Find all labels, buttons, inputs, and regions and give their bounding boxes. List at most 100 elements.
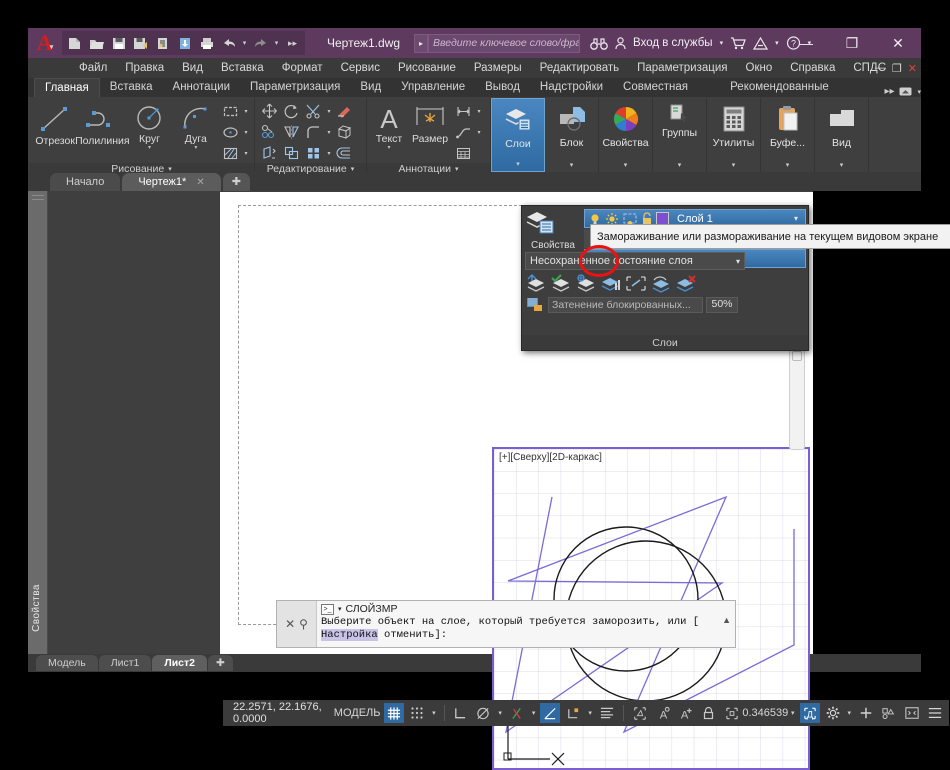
tool-arc-caret-icon[interactable]: ▾ <box>194 145 197 151</box>
tool-line[interactable]: Отрезок <box>33 101 77 147</box>
showmotion-icon[interactable] <box>792 351 802 361</box>
ribbon-tab-output[interactable]: Вывод <box>475 78 530 97</box>
command-option-undo[interactable]: отменить <box>384 629 434 641</box>
command-line-grip[interactable]: ✕ ⚲ <box>277 601 317 647</box>
ribbon-minimize-icon[interactable] <box>899 87 912 96</box>
isolate-objects-icon[interactable] <box>722 703 742 723</box>
ucs-caret-icon-sb[interactable]: ▾ <box>586 709 594 717</box>
fillet-icon[interactable] <box>303 122 324 142</box>
tool-text[interactable]: A Текст ▾ <box>371 101 407 151</box>
tool-circle[interactable]: Круг ▾ <box>127 101 171 151</box>
panel-utilities-button[interactable]: Утилиты ▾ <box>707 98 761 172</box>
hardware-acceleration-icon[interactable] <box>879 703 899 723</box>
offset-icon[interactable] <box>334 143 355 163</box>
layer-off-icon[interactable] <box>600 274 622 293</box>
save-icon[interactable] <box>108 33 129 54</box>
ellipse-caret-icon[interactable]: ▾ <box>242 129 250 136</box>
menu-item-draw[interactable]: Рисование <box>389 58 465 78</box>
tool-dimension[interactable]: Размер <box>409 101 451 145</box>
annotation-scale-auto-icon[interactable]: A <box>653 703 673 723</box>
command-close-icon[interactable]: ✕ <box>285 617 295 631</box>
annotation-scale-caret-icon[interactable]: ▾ <box>789 709 797 717</box>
annotation-scale-add-icon[interactable]: A <box>676 703 696 723</box>
panel-clipboard-button[interactable]: Буфе... ▾ <box>761 98 815 172</box>
layer-state-caret-icon[interactable]: ▾ <box>736 257 740 266</box>
ribbon-tab-insert[interactable]: Вставка <box>100 78 163 97</box>
layer-dropdown-caret-icon[interactable]: ▾ <box>794 214 802 223</box>
linear-dim-caret-icon[interactable]: ▾ <box>475 108 483 115</box>
new-file-icon[interactable] <box>64 33 85 54</box>
autocad-logo-icon[interactable]: A ▾ <box>28 28 62 58</box>
menu-item-view[interactable]: Вид <box>173 58 212 78</box>
panel-clipboard-caret-icon[interactable]: ▾ <box>786 161 790 172</box>
extrude-icon[interactable] <box>334 122 355 142</box>
user-account-icon[interactable] <box>615 36 626 50</box>
layer-unisolate-icon[interactable] <box>550 274 572 293</box>
viewport-scale-sync-toggle[interactable]: Д <box>799 703 820 723</box>
hatch-caret-icon[interactable]: ▾ <box>242 150 250 157</box>
redo-caret-icon[interactable]: ▾ <box>272 39 281 47</box>
ribbon-tab-addins[interactable]: Надстройки <box>530 78 613 97</box>
search-input[interactable]: Введите ключевое слово/фразу <box>428 33 581 53</box>
autodesk-caret-icon[interactable]: ▾ <box>775 39 779 47</box>
settings-gear-icon[interactable] <box>823 703 843 723</box>
panel-block-button[interactable]: Блок ▾ <box>545 98 599 172</box>
annotation-visibility-toggle[interactable] <box>597 703 617 723</box>
doc-restore-button[interactable]: ❐ <box>892 62 902 75</box>
move-icon[interactable] <box>259 101 280 121</box>
hatch-icon[interactable] <box>220 143 241 163</box>
rectangle-caret-icon[interactable]: ▾ <box>242 108 250 115</box>
panel-modify-title[interactable]: Редактирование ▾ <box>255 163 366 175</box>
doc-tab-drawing1[interactable]: Чертеж1* ✕ <box>122 173 221 191</box>
rotate-icon[interactable] <box>281 101 302 121</box>
leader-caret-icon[interactable]: ▾ <box>475 129 483 136</box>
panel-groups-caret-icon[interactable]: ▾ <box>678 161 682 172</box>
model-space-button[interactable]: МОДЕЛЬ <box>333 703 381 723</box>
osnap-caret-icon[interactable]: ▾ <box>530 709 538 717</box>
qat-overflow-icon[interactable]: ▸▸ <box>282 33 303 54</box>
layer-isolate-icon[interactable] <box>525 274 547 293</box>
erase-icon[interactable] <box>334 101 355 121</box>
fillet-caret-icon[interactable]: ▾ <box>325 129 333 136</box>
panel-groups-button[interactable]: Группы ▾ <box>653 98 707 172</box>
coordinates-display[interactable]: 22.2571, 22.1676, 0.0000 <box>227 701 330 725</box>
ucs-icon-toggle[interactable] <box>563 703 583 723</box>
ellipse-icon[interactable] <box>220 122 241 142</box>
layout-tab-model[interactable]: Модель <box>36 655 98 671</box>
ribbon-tab-annotate[interactable]: Аннотации <box>163 78 240 97</box>
panel-properties-caret-icon[interactable]: ▾ <box>624 161 628 172</box>
layer-delete-icon[interactable] <box>675 274 697 293</box>
doc-tab-add-button[interactable]: ✚ <box>222 173 250 191</box>
block-shading-label[interactable]: Затенение блокированных... <box>548 296 703 313</box>
signin-caret-icon[interactable]: ▾ <box>720 39 724 47</box>
command-customize-icon[interactable]: ⚲ <box>299 617 308 631</box>
layer-state-combo[interactable]: Несохраненное состояние слоя ▾ <box>525 252 745 270</box>
autodesk-triangle-icon[interactable] <box>753 36 769 50</box>
copy-icon[interactable] <box>259 122 280 142</box>
panel-block-caret-icon[interactable]: ▾ <box>570 161 574 172</box>
workspace-lock-icon[interactable] <box>699 703 719 723</box>
panel-annotation-caret-icon[interactable]: ▾ <box>455 165 459 173</box>
array-caret-icon[interactable]: ▾ <box>325 150 333 157</box>
grid-display-toggle[interactable] <box>384 703 405 723</box>
palette-grip-icon[interactable] <box>31 195 44 200</box>
block-shading-percent[interactable]: 50% <box>706 296 738 313</box>
layer-previous-icon[interactable] <box>650 274 672 293</box>
settings-caret-icon[interactable]: ▾ <box>846 709 854 717</box>
redo-icon[interactable] <box>250 33 271 54</box>
panel-properties-button[interactable]: Свойства ▾ <box>599 98 653 172</box>
logo-caret-icon[interactable]: ▾ <box>50 43 54 51</box>
doc-tab-close-icon[interactable]: ✕ <box>196 177 204 188</box>
layout-tab-sheet1[interactable]: Лист1 <box>98 655 152 671</box>
search-expand-icon[interactable]: ▸ <box>414 33 429 53</box>
ribbon-tab-parametric[interactable]: Параметризация <box>240 78 350 97</box>
command-option-settings[interactable]: Настройка <box>321 629 378 641</box>
panel-view-caret-icon[interactable]: ▾ <box>840 161 844 172</box>
linear-dim-icon[interactable] <box>453 101 474 121</box>
panel-layers-button[interactable]: Слои ▾ <box>491 98 545 172</box>
panel-layers-caret-icon[interactable]: ▾ <box>516 160 520 171</box>
panel-draw-caret-icon[interactable]: ▾ <box>168 165 172 173</box>
save-as-icon[interactable] <box>130 33 151 54</box>
array-icon[interactable] <box>303 143 324 163</box>
minimize-button[interactable]: — <box>783 28 829 58</box>
